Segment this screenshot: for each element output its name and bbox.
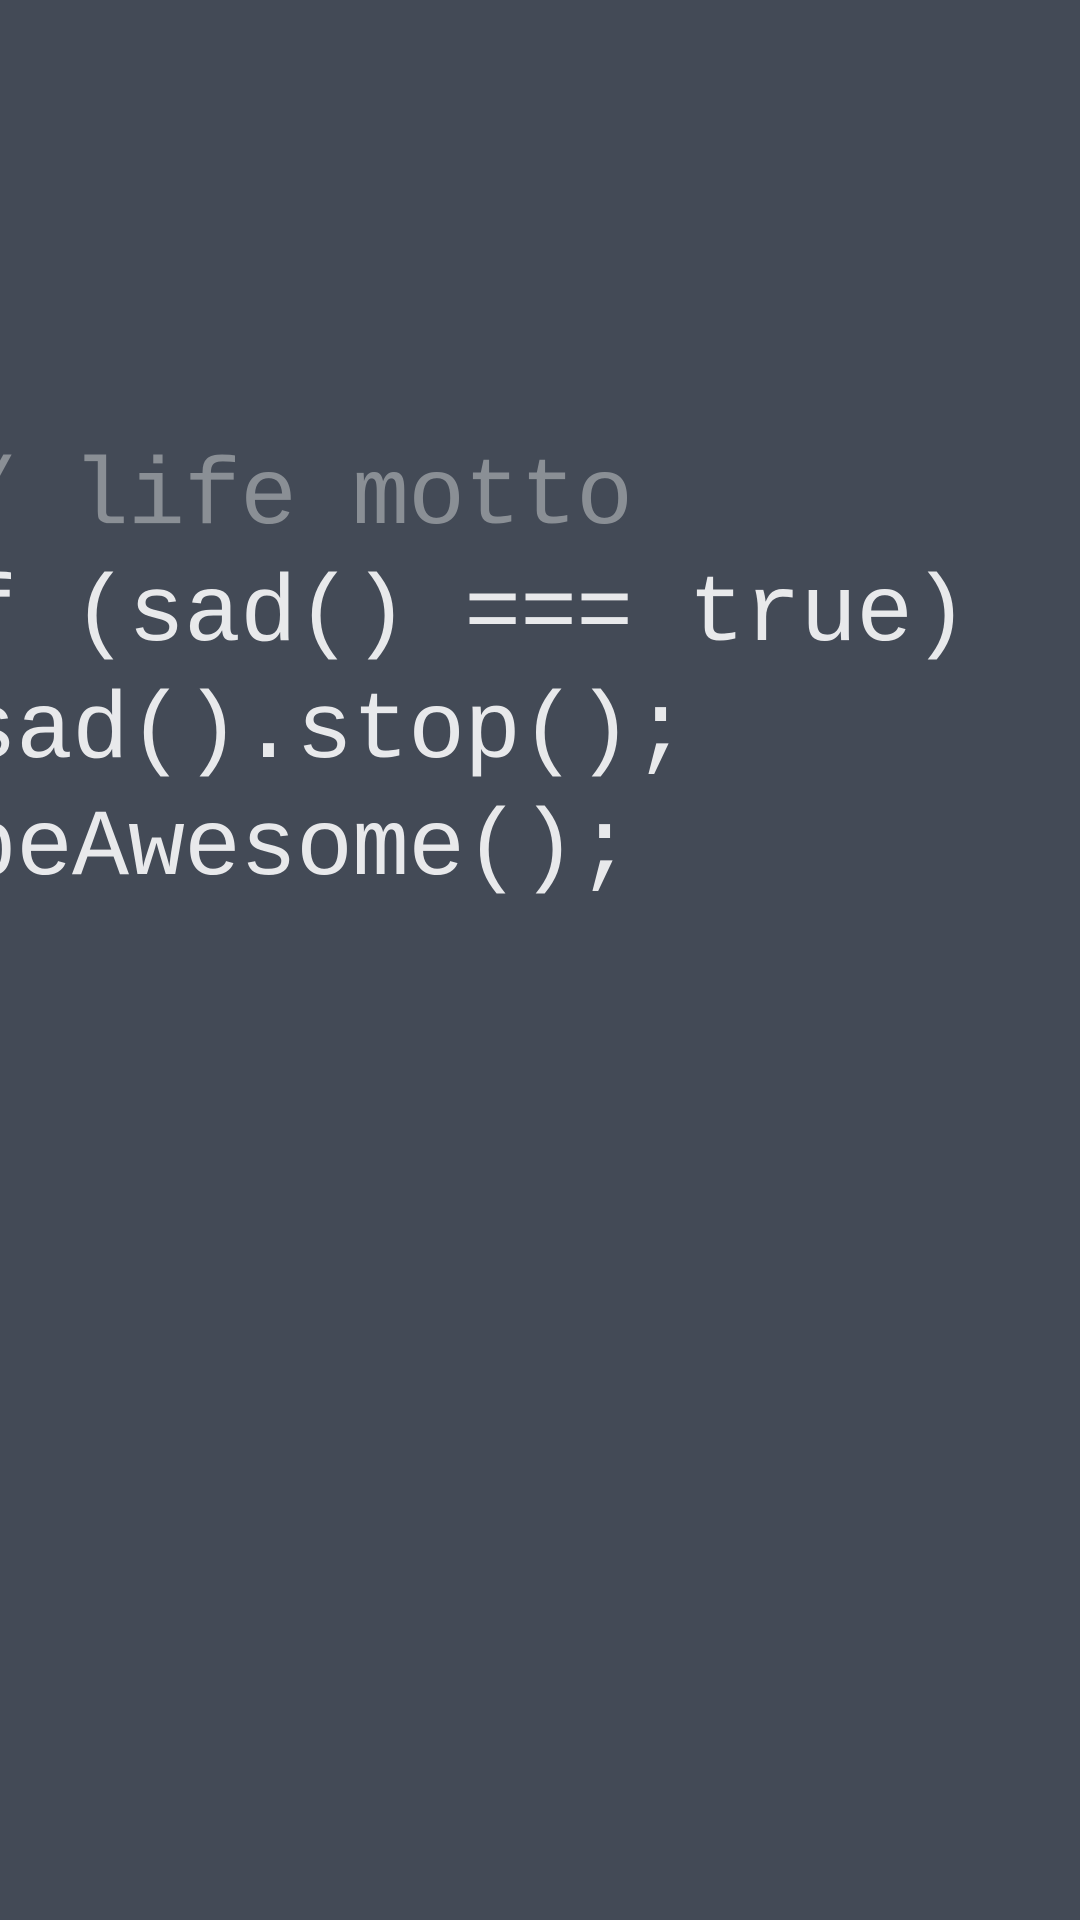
code-line-stop: sad().stop(); [0, 674, 968, 791]
code-snippet: / life motto f (sad() === true) sad().st… [0, 440, 968, 907]
code-line-if: f (sad() === true) [0, 557, 968, 674]
code-comment-line: / life motto [0, 440, 968, 557]
code-line-awesome: beAwesome(); [0, 791, 968, 908]
